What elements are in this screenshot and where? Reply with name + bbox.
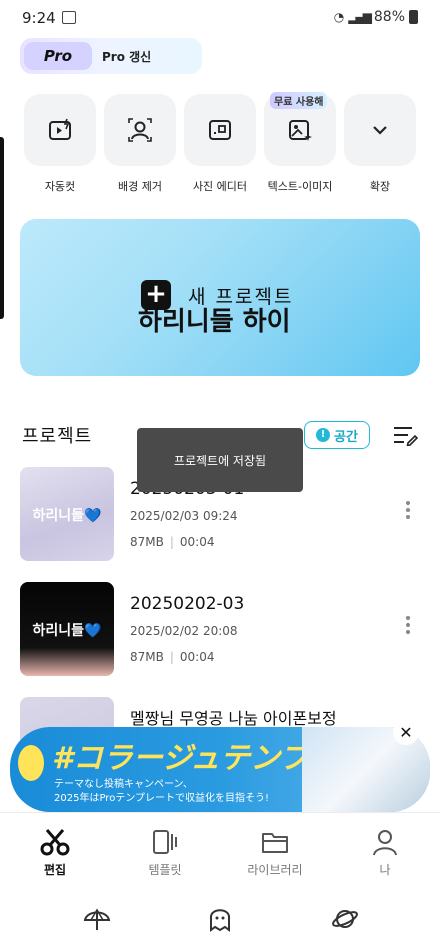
promo-headline: #コラージュテンプレ [52,741,340,776]
pro-badge: Pro [24,42,92,70]
projects-title: 프로젝트 [22,426,93,447]
bottom-tab-bar: 편집 템플릿 라이브러리 나 [0,812,440,884]
project-item[interactable]: 하리니들💙 20250202-03 2025/02/02 20:08 87MB |… [20,582,420,678]
tab-library[interactable]: 라이브러리 [230,827,320,878]
tool-expand-button[interactable] [344,94,416,166]
battery-percent: 88% [373,9,405,25]
tool-shortcuts: 자동컷 배경 제거 사진 에디터 무료 사용해 텍스트-이미지 확장 [0,92,440,194]
project-size: 87MB [130,535,164,549]
tab-label: 템플릿 [148,863,182,877]
tab-label: 라이브러리 [247,863,303,877]
signal-icon: ▂▄▆ [348,10,372,24]
tool-label: 사진 에디터 [192,180,248,193]
tab-label: 나 [379,863,391,877]
promo-line-2: 2025年はProテンプレートで収益化を目指そう! [54,793,270,804]
ghost-icon[interactable] [205,904,235,934]
thumbnail-text: 하리니들💙 [32,508,102,524]
project-duration: 00:04 [179,650,215,664]
screenshot-icon [62,11,76,24]
battery-icon [409,10,418,24]
tool-auto-cut[interactable]: 자동컷 [24,94,96,193]
umbrella-icon[interactable] [82,904,112,934]
tool-remove-background-button[interactable] [104,94,176,166]
tool-text-to-image[interactable]: 무료 사용해 텍스트-이미지 [264,92,336,193]
tab-label: 편집 [43,863,67,877]
project-date: 2025/02/03 09:24 [130,509,238,523]
tool-photo-editor-button[interactable] [184,94,256,166]
toast-message: 프로젝트에 저장됨 [137,428,303,492]
storage-space-label: 공간 [334,429,358,445]
photo-editor-icon [209,120,231,140]
close-icon[interactable]: ✕ [393,719,419,745]
project-meta: 87MB | 00:04 [130,650,215,664]
project-name: 멜짱님 무영공 나눔 아이폰보정 [130,709,337,728]
promo-banner[interactable]: #コラージュテンプレ テーマなし投稿キャンペーン、 2025年はProテンプレー… [10,727,430,812]
folder-icon [262,833,288,853]
promo-line-1: テーマなし投稿キャンペーン、 [54,779,193,790]
status-time: 9:24 [22,9,56,27]
text-to-image-icon [289,120,312,141]
more-options-icon[interactable] [404,616,412,638]
auto-cut-icon [49,118,71,140]
remove-background-icon [128,118,152,142]
pro-renew-label: Pro 갱신 [102,50,152,64]
thumbnail-text: 하리니들💙 [32,623,102,639]
storage-space-button[interactable]: ! 공간 [304,421,370,449]
scissors-icon [40,829,70,856]
tool-auto-cut-button[interactable] [24,94,96,166]
drop-icon [18,745,44,781]
status-indicators: ◔ ▂▄▆ 88% [334,9,418,25]
chevron-down-icon [373,126,387,135]
tool-photo-editor[interactable]: 사진 에디터 [184,94,256,193]
status-bar: 9:24 ◔ ▂▄▆ 88% [0,0,440,36]
project-meta: 87MB | 00:04 [130,535,215,549]
tool-label: 텍스트-이미지 [267,180,333,193]
alert-icon: ! [316,428,331,442]
more-options-icon[interactable] [404,501,412,523]
tab-templates[interactable]: 템플릿 [120,827,210,878]
manage-list-icon[interactable] [392,424,418,446]
system-navigation-bar [0,884,440,952]
tab-me[interactable]: 나 [340,827,430,878]
tool-text-to-image-button[interactable]: 무료 사용해 [264,92,336,166]
project-date: 2025/02/02 20:08 [130,624,238,638]
project-name: 20250202-03 [130,594,245,614]
planet-icon[interactable] [330,904,360,934]
tool-label: 배경 제거 [118,180,162,193]
wifi-icon: ◔ [333,10,345,24]
new-project-sticker-text: 하리니들 하이 [138,307,291,337]
project-size: 87MB [130,650,164,664]
tool-remove-background[interactable]: 배경 제거 [104,94,176,193]
tool-label: 자동컷 [44,180,76,193]
project-thumbnail: 하리니들💙 [20,582,114,676]
free-try-tag: 무료 사용해 [270,92,328,109]
template-icon [153,830,177,854]
tab-edit[interactable]: 편집 [10,827,100,878]
person-icon [373,830,397,856]
tool-expand[interactable]: 확장 [344,94,416,193]
pro-renew-banner[interactable]: Pro Pro 갱신 [20,38,202,74]
project-thumbnail: 하리니들💙 [20,467,114,561]
tool-label: 확장 [369,180,391,193]
new-project-card[interactable]: + 새 프로젝트 하리니들 하이 [20,219,420,376]
project-duration: 00:04 [179,535,215,549]
